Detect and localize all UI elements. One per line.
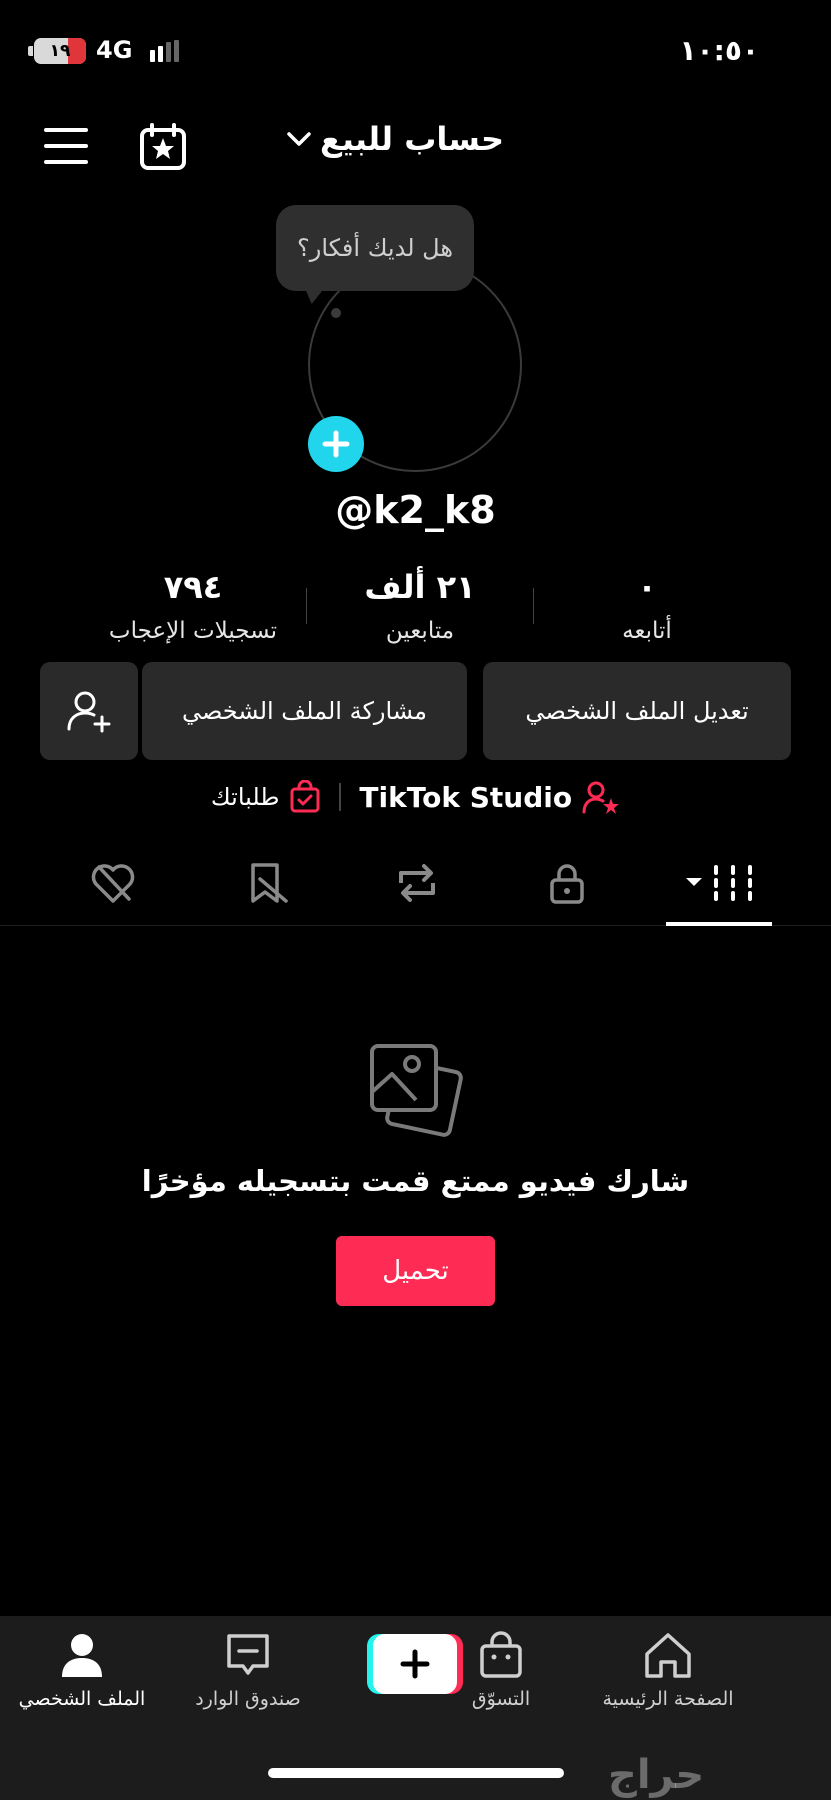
status-time: ١٠:٥٠ — [679, 34, 759, 67]
bookmark-hidden-icon — [251, 863, 288, 903]
calendar-star-icon[interactable] — [138, 122, 188, 172]
stat-likes-value: ٧٩٤ — [163, 568, 223, 606]
empty-state-message: شارك فيديو ممتع قمت بتسجيله مؤخرًا — [141, 1164, 690, 1198]
plus-icon — [373, 1634, 457, 1694]
nav-home[interactable]: الصفحة الرئيسية — [588, 1630, 748, 1710]
stat-following-value: ٠ — [637, 568, 657, 606]
profile-icon — [62, 1634, 102, 1677]
username: @k2_k8 — [335, 488, 496, 532]
tiktok-studio-label: TikTok Studio — [359, 780, 573, 814]
stat-followers-value: ٢١ ألف — [364, 568, 476, 606]
shopping-bag-icon — [480, 1631, 522, 1678]
battery-icon: ١٩ — [34, 38, 86, 64]
watermark: حراج — [608, 1752, 705, 1798]
create-button[interactable] — [367, 1634, 463, 1694]
inbox-icon — [227, 1634, 269, 1675]
bubble-dot — [331, 308, 341, 318]
plus-icon — [322, 430, 350, 458]
share-profile-button[interactable]: مشاركة الملف الشخصي — [142, 662, 467, 760]
add-avatar-button[interactable] — [308, 416, 364, 472]
bubble-tail — [304, 286, 326, 304]
nav-inbox[interactable]: صندوق الوارد — [168, 1630, 328, 1710]
shortcuts-row: طلباتك TikTok Studio — [0, 772, 831, 822]
tab-liked[interactable] — [78, 858, 148, 908]
divider — [339, 783, 342, 811]
tiktok-studio-link[interactable]: TikTok Studio — [359, 780, 620, 814]
stat-likes[interactable]: ٧٩٤ تسجيلات الإعجاب — [80, 568, 306, 648]
content-tabs — [0, 846, 831, 926]
orders-label: طلباتك — [210, 783, 280, 811]
photos-icon — [370, 1044, 463, 1137]
ideas-bubble-text: هل لديك أفكار؟ — [297, 234, 453, 262]
battery-level: ١٩ — [49, 41, 71, 61]
profile-header: حساب للبيع — [0, 110, 831, 180]
menu-icon[interactable] — [44, 128, 88, 164]
account-switcher[interactable]: حساب للبيع — [286, 120, 526, 158]
add-friend-button[interactable] — [40, 662, 138, 760]
stat-following-label: أتابعه — [622, 618, 672, 644]
account-name: حساب للبيع — [320, 120, 504, 158]
profile-actions: تعديل الملف الشخصي مشاركة الملف الشخصي — [40, 662, 791, 760]
grid-dropdown-icon — [686, 865, 752, 901]
stat-followers-label: متابعين — [385, 618, 455, 644]
repost-icon — [399, 864, 435, 902]
signal-icon — [150, 40, 179, 62]
stat-following[interactable]: ٠ أتابعه — [534, 568, 760, 648]
home-indicator — [268, 1768, 564, 1778]
active-tab-indicator — [666, 922, 772, 926]
nav-profile[interactable]: الملف الشخصي — [2, 1630, 162, 1710]
add-user-icon — [67, 691, 111, 733]
tab-videos[interactable] — [684, 858, 760, 908]
nav-shop-label: التسوّق — [471, 1688, 531, 1710]
home-icon — [645, 1633, 691, 1678]
lock-icon — [550, 864, 584, 904]
nav-inbox-label: صندوق الوارد — [195, 1688, 301, 1710]
network-type: 4G — [96, 36, 133, 64]
status-bar: ١٩ 4G ١٠:٥٠ — [0, 0, 831, 100]
nav-profile-label: الملف الشخصي — [18, 1688, 146, 1710]
nav-home-label: الصفحة الرئيسية — [602, 1688, 734, 1710]
orders-link[interactable]: طلباتك — [211, 780, 322, 814]
creator-star-icon — [582, 781, 620, 814]
profile-stats: ٧٩٤ تسجيلات الإعجاب ٢١ ألف متابعين ٠ أتا… — [80, 568, 760, 648]
battery-nub — [28, 46, 33, 56]
chevron-down-icon — [287, 132, 311, 146]
shopping-bag-check-icon — [290, 780, 320, 813]
heart-hidden-icon — [91, 864, 135, 903]
upload-button[interactable]: تحميل — [336, 1236, 495, 1306]
ideas-bubble[interactable]: هل لديك أفكار؟ — [276, 205, 474, 291]
tab-private[interactable] — [532, 858, 602, 908]
edit-profile-button[interactable]: تعديل الملف الشخصي — [483, 662, 791, 760]
tab-reposts[interactable] — [382, 858, 452, 908]
stat-likes-label: تسجيلات الإعجاب — [108, 618, 278, 644]
tab-favorites[interactable] — [232, 858, 302, 908]
stat-followers[interactable]: ٢١ ألف متابعين — [307, 568, 533, 648]
